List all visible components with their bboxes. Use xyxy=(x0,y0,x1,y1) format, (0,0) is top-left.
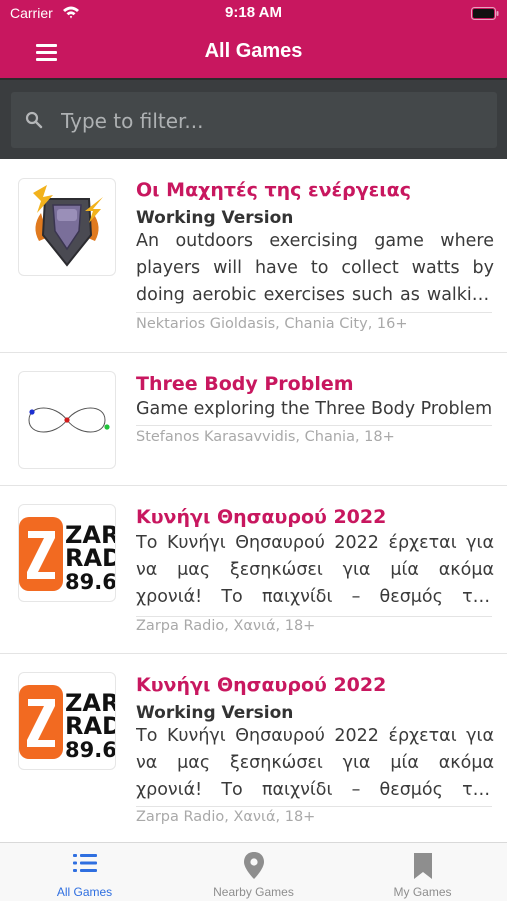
game-description: Το Κυνήγι Θησαυρού 2022 έρχεται για να μ… xyxy=(136,726,494,800)
game-title: Κυνήγι Θησαυρού 2022 xyxy=(136,674,387,696)
game-description: An outdoors exercising game where player… xyxy=(136,231,494,305)
list-item[interactable]: Three Body Problem Game exploring the Th… xyxy=(0,353,507,486)
game-meta: Stefanos Karasavvidis, Chania, 18+ xyxy=(136,429,395,445)
list-item[interactable]: ZAR RAD 89.6 Κυνήγι Θησαυρού 2022 Το Κυν… xyxy=(0,486,507,654)
tab-my-games[interactable]: My Games xyxy=(338,843,507,901)
battery-icon xyxy=(471,7,499,20)
game-description: Game exploring the Three Body Problem xyxy=(136,399,493,419)
logo-text: RAD xyxy=(65,544,115,572)
map-pin-icon xyxy=(244,852,264,879)
header: Carrier 9:18 AM All Games xyxy=(0,0,507,80)
list-item[interactable]: Οι Μαχητές της ενέργειας Working Version… xyxy=(0,159,507,353)
game-meta: Zarpa Radio, Χανιά, 18+ xyxy=(136,809,316,825)
game-description: Το Κυνήγι Θησαυρού 2022 έρχεται για να μ… xyxy=(136,533,494,607)
game-version: Working Version xyxy=(136,208,294,228)
nav-bar: All Games xyxy=(0,28,507,78)
game-meta: Zarpa Radio, Χανιά, 18+ xyxy=(136,618,316,634)
tab-label: My Games xyxy=(393,885,452,899)
meta-divider xyxy=(136,425,492,426)
game-title: Κυνήγι Θησαυρού 2022 xyxy=(136,506,387,528)
zarpa-radio-logo: ZAR RAD 89.6 xyxy=(19,517,115,594)
game-title: Three Body Problem xyxy=(136,373,354,395)
tab-bar: All Games Nearby Games My Games xyxy=(0,842,507,901)
tab-label: Nearby Games xyxy=(213,885,294,899)
game-thumbnail: ZAR RAD 89.6 xyxy=(18,504,116,602)
list-icon xyxy=(73,854,97,872)
game-version: Working Version xyxy=(136,703,294,723)
list-item[interactable]: ZAR RAD 89.6 Κυνήγι Θησαυρού 2022 Workin… xyxy=(0,654,507,842)
tab-all-games[interactable]: All Games xyxy=(0,843,169,901)
meta-divider xyxy=(136,806,492,807)
game-meta: Nektarios Gioldasis, Chania City, 16+ xyxy=(136,316,408,332)
search-bar xyxy=(0,80,507,159)
game-thumbnail: ZAR RAD 89.6 xyxy=(18,672,116,770)
search-icon xyxy=(25,111,43,129)
tab-label: All Games xyxy=(56,885,113,899)
games-list: Οι Μαχητές της ενέργειας Working Version… xyxy=(0,159,507,842)
bookmark-icon xyxy=(414,853,432,879)
energy-fighters-logo xyxy=(33,185,103,267)
three-body-orbit-icon xyxy=(28,407,110,433)
search-box[interactable] xyxy=(11,92,497,148)
zarpa-radio-logo: ZAR RAD 89.6 xyxy=(19,685,115,762)
tab-nearby-games[interactable]: Nearby Games xyxy=(169,843,338,901)
logo-text: RAD xyxy=(65,712,115,740)
game-thumbnail xyxy=(18,371,116,469)
logo-text: 89.6 xyxy=(65,738,115,762)
meta-divider xyxy=(136,312,492,313)
game-title: Οι Μαχητές της ενέργειας xyxy=(136,179,411,201)
game-thumbnail xyxy=(18,178,116,276)
clock: 9:18 AM xyxy=(225,4,282,21)
meta-divider xyxy=(136,616,492,617)
search-input[interactable] xyxy=(59,100,483,142)
logo-text: 89.6 xyxy=(65,570,115,594)
page-title: All Games xyxy=(204,40,303,62)
status-bar: Carrier 9:18 AM xyxy=(0,0,507,28)
